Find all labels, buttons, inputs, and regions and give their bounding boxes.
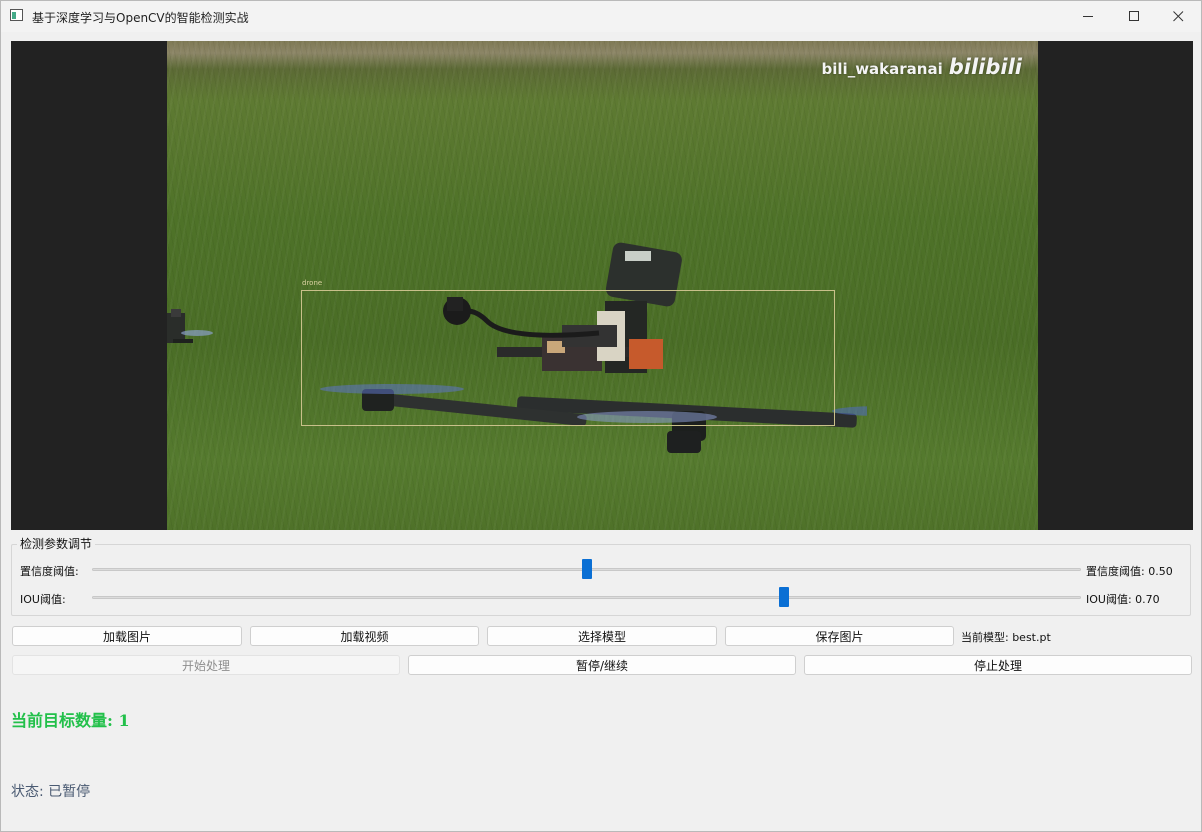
confidence-slider[interactable]: [92, 559, 1081, 579]
load-video-button[interactable]: 加载视频: [250, 626, 479, 646]
params-group-title: 检测参数调节: [17, 535, 96, 552]
minimize-icon: [1082, 16, 1093, 17]
iou-label: IOU阈值:: [20, 593, 66, 606]
target-count-label: 当前目标数量: 1: [11, 711, 130, 730]
save-image-button[interactable]: 保存图片: [725, 626, 954, 646]
iou-slider[interactable]: [92, 587, 1081, 607]
partial-drone-image: [167, 309, 213, 343]
confidence-value: 置信度阈值: 0.50: [1086, 565, 1173, 578]
current-model-label: 当前模型: best.pt: [961, 631, 1051, 644]
confidence-slider-handle[interactable]: [581, 559, 592, 579]
start-button[interactable]: 开始处理: [12, 655, 400, 675]
status-label: 状态: 已暂停: [11, 784, 91, 800]
maximize-button[interactable]: [1111, 1, 1157, 32]
confidence-label: 置信度阈值:: [20, 565, 79, 578]
watermark-user: bili_wakaranai: [821, 60, 943, 78]
pause-resume-button[interactable]: 暂停/继续: [408, 655, 796, 675]
select-model-button[interactable]: 选择模型: [487, 626, 717, 646]
detection-box: [301, 290, 835, 426]
video-frame: bili_wakaranai bilibili drone: [167, 41, 1038, 530]
close-button[interactable]: [1155, 1, 1201, 32]
stop-button[interactable]: 停止处理: [804, 655, 1192, 675]
close-icon: [1172, 11, 1183, 22]
iou-slider-handle[interactable]: [779, 587, 790, 607]
minimize-button[interactable]: [1065, 1, 1111, 32]
watermark: bili_wakaranai bilibili: [822, 55, 1022, 79]
load-image-button[interactable]: 加载图片: [12, 626, 242, 646]
window-title: 基于深度学习与OpenCV的智能检测实战: [32, 11, 249, 25]
app-icon: [10, 9, 23, 21]
app-window: 基于深度学习与OpenCV的智能检测实战 bili_wakaranai bilib…: [0, 0, 1202, 832]
detection-label: drone: [302, 279, 323, 287]
bilibili-logo: bilibili: [948, 55, 1022, 79]
maximize-icon: [1128, 11, 1139, 21]
iou-slider-track[interactable]: [92, 596, 1081, 599]
video-display: bili_wakaranai bilibili drone: [11, 41, 1193, 530]
iou-value: IOU阈值: 0.70: [1086, 593, 1160, 606]
title-bar[interactable]: 基于深度学习与OpenCV的智能检测实战: [1, 1, 1201, 32]
